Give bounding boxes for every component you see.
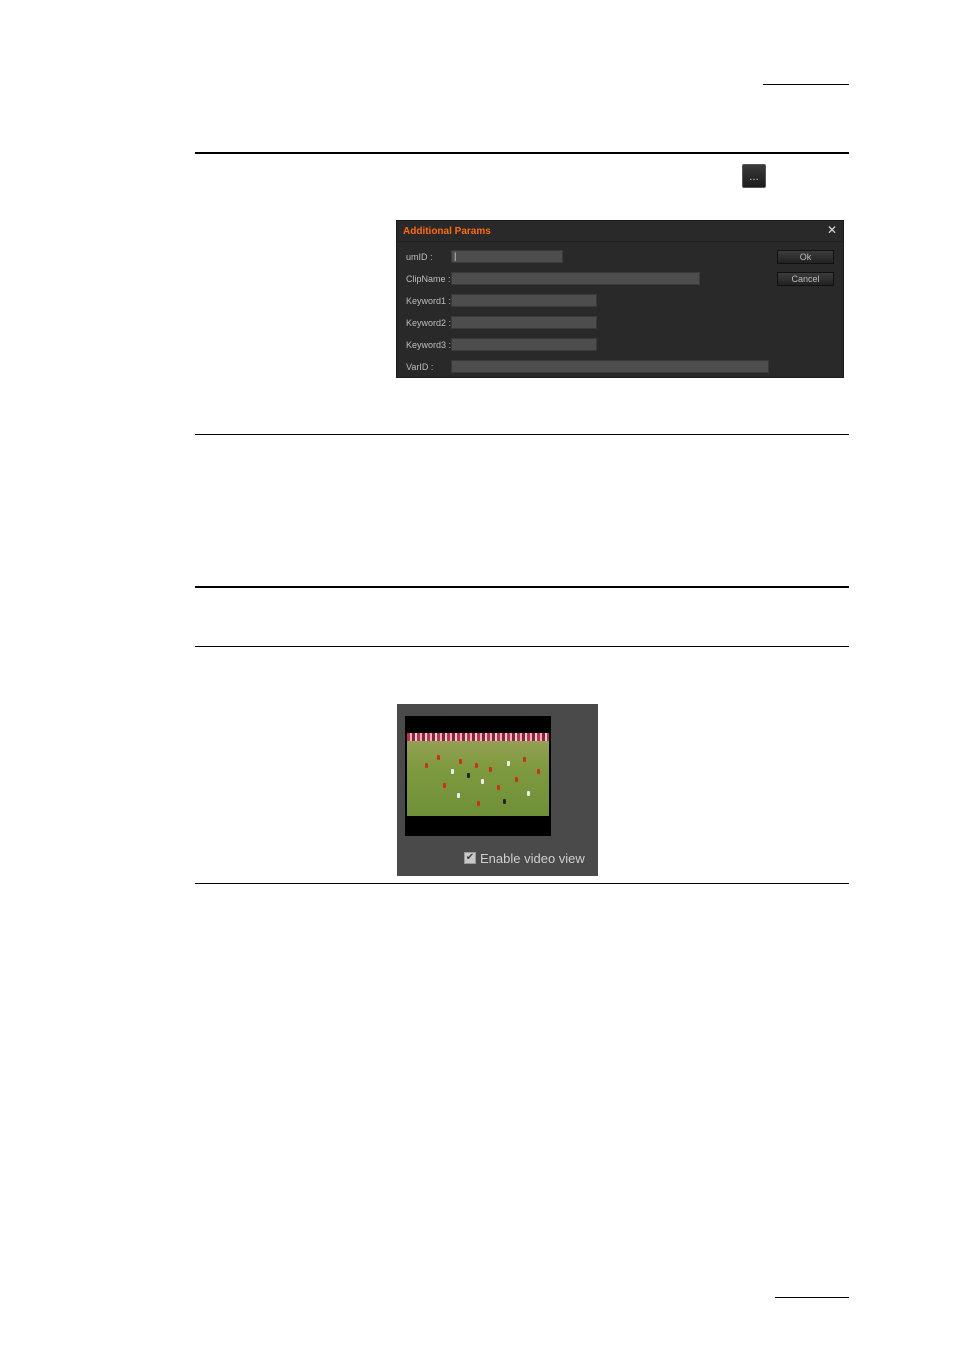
enable-video-view-label: Enable video view: [480, 850, 585, 866]
dialog-title: Additional Params: [403, 226, 491, 237]
player-marker: [515, 777, 518, 782]
player-marker: [467, 773, 470, 778]
player-marker: [477, 801, 480, 806]
player-marker: [425, 763, 428, 768]
varid-input[interactable]: [451, 360, 769, 373]
clipname-input[interactable]: [451, 272, 700, 285]
player-marker: [523, 757, 526, 762]
table-row-rule: [195, 434, 849, 435]
keyword2-label: Keyword2 :: [406, 318, 452, 328]
video-frame: [405, 716, 551, 836]
enable-video-view-toggle[interactable]: ✔ Enable video view: [464, 850, 585, 866]
player-marker: [497, 785, 500, 790]
player-marker: [527, 791, 530, 796]
keyword2-input[interactable]: [451, 316, 597, 329]
keyword1-label: Keyword1 :: [406, 296, 452, 306]
keyword1-input[interactable]: [451, 294, 597, 307]
table2-top-rule: [195, 586, 849, 588]
varid-label: VarID :: [406, 362, 434, 372]
title-separator: [397, 241, 843, 242]
ellipsis-button[interactable]: ...: [742, 164, 766, 188]
table2-row-rule: [195, 646, 849, 647]
video-view-panel: ✔ Enable video view: [397, 704, 598, 876]
cancel-button[interactable]: Cancel: [777, 272, 834, 286]
crowd-stripe: [407, 733, 549, 741]
footer-rule: [775, 1297, 849, 1298]
additional-params-dialog: Additional Params ✕ umID : | ClipName : …: [396, 220, 844, 378]
player-marker: [475, 763, 478, 768]
player-marker: [537, 769, 540, 774]
keyword3-input[interactable]: [451, 338, 597, 351]
umid-input[interactable]: |: [451, 250, 563, 263]
player-marker: [489, 767, 492, 772]
keyword3-label: Keyword3 :: [406, 340, 452, 350]
player-marker: [451, 769, 454, 774]
player-marker: [437, 755, 440, 760]
player-marker: [443, 783, 446, 788]
player-marker: [457, 793, 460, 798]
ok-button[interactable]: Ok: [777, 250, 834, 264]
header-rule: [763, 84, 849, 85]
player-marker: [481, 779, 484, 784]
player-marker: [503, 799, 506, 804]
table-top-rule: [195, 152, 849, 154]
clipname-label: ClipName :: [406, 274, 451, 284]
player-marker: [507, 761, 510, 766]
umid-label: umID :: [406, 252, 433, 262]
video-thumbnail-image: [407, 733, 549, 816]
checkbox-checked-icon[interactable]: ✔: [464, 852, 476, 864]
close-icon[interactable]: ✕: [827, 223, 837, 237]
player-marker: [459, 759, 462, 764]
table2-bottom-rule: [195, 883, 849, 884]
